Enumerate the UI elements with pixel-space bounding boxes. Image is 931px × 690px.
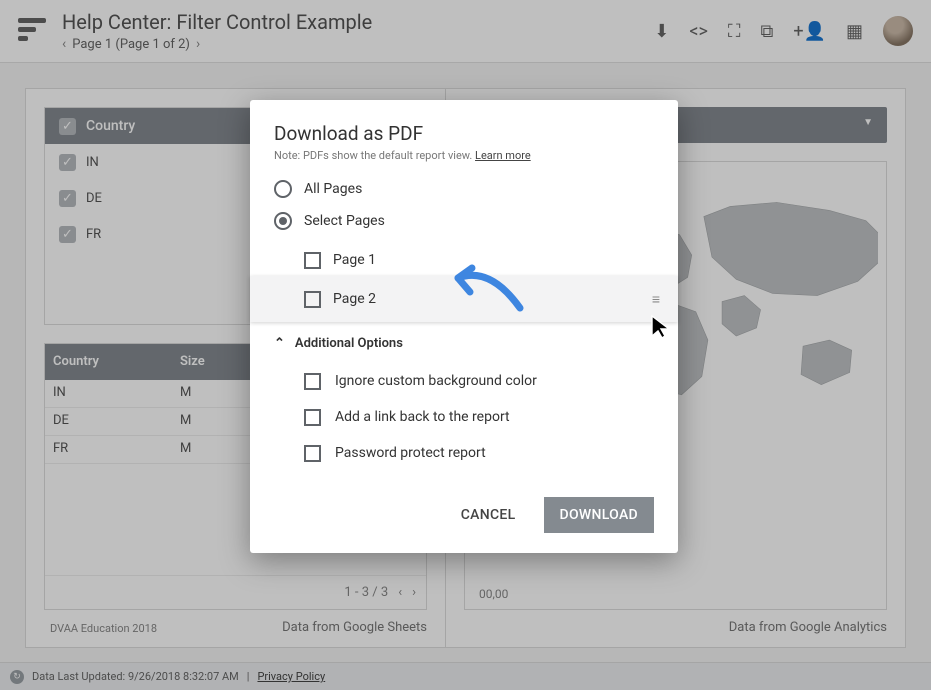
download-button[interactable]: DOWNLOAD: [544, 497, 655, 533]
radio-select-pages[interactable]: Select Pages: [274, 212, 654, 230]
chevron-up-icon: ⌃: [274, 336, 285, 351]
radio-icon[interactable]: [274, 180, 292, 198]
dialog-note: Note: PDFs show the default report view.…: [274, 149, 654, 162]
dialog-title: Download as PDF: [274, 122, 654, 145]
checkbox-icon[interactable]: [304, 291, 321, 308]
cancel-button[interactable]: CANCEL: [447, 497, 530, 533]
checkbox-icon[interactable]: [304, 409, 321, 426]
opt-ignore-bg[interactable]: Ignore custom background color: [304, 363, 654, 399]
page-check-2[interactable]: Page 2 ≡: [250, 276, 678, 322]
checkbox-icon[interactable]: [304, 373, 321, 390]
radio-all-pages[interactable]: All Pages: [274, 180, 654, 198]
checkbox-icon[interactable]: [304, 445, 321, 462]
page-check-1[interactable]: Page 1: [304, 244, 654, 276]
radio-icon[interactable]: [274, 212, 292, 230]
additional-options-toggle[interactable]: ⌃ Additional Options: [274, 336, 654, 351]
download-pdf-dialog: Download as PDF Note: PDFs show the defa…: [250, 100, 678, 553]
checkbox-icon[interactable]: [304, 252, 321, 269]
learn-more-link[interactable]: Learn more: [475, 149, 531, 162]
drag-handle-icon[interactable]: ≡: [652, 291, 660, 308]
opt-link-back[interactable]: Add a link back to the report: [304, 399, 654, 435]
opt-password[interactable]: Password protect report: [304, 435, 654, 471]
